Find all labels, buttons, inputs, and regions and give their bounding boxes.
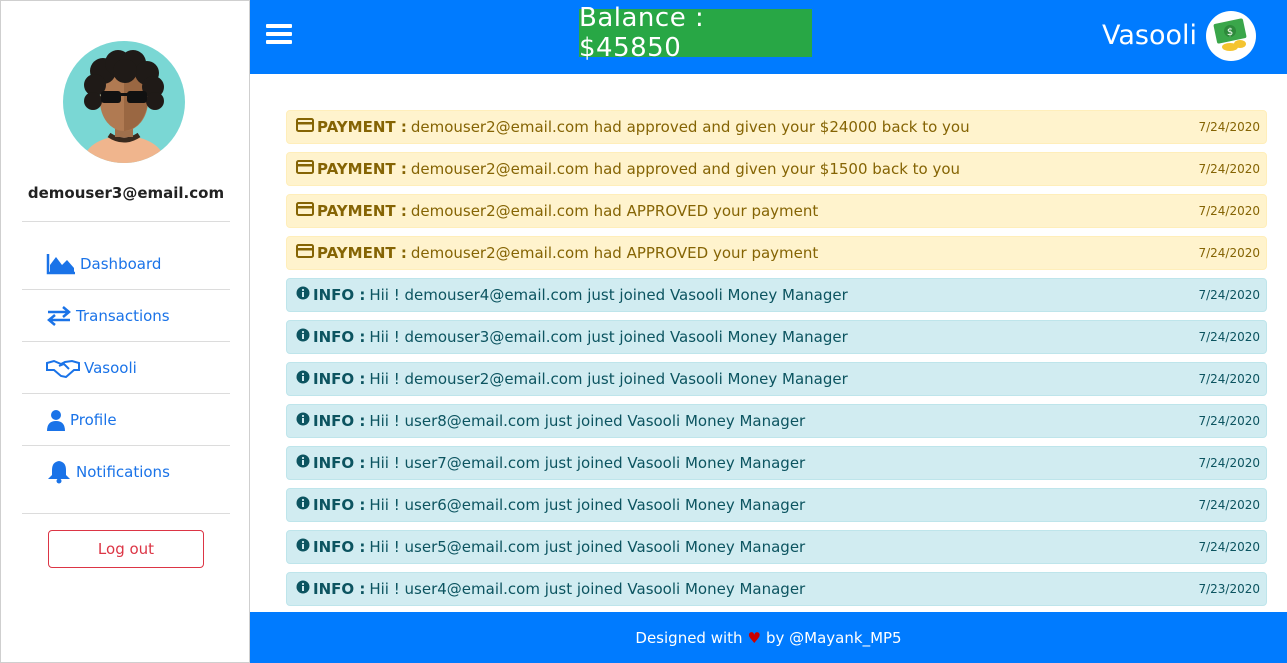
notification-kind: PAYMENT : [317,160,407,178]
nav-notifications-label: Notifications [76,463,170,481]
notification-kind: PAYMENT : [317,118,407,136]
notification-kind: INFO : [313,370,366,388]
footer: Designed with ♥ by @Mayank_MP5 [250,612,1287,663]
notification-item: PAYMENT : demouser2@email.com had approv… [286,110,1267,144]
info-circle-icon [296,412,310,430]
menu-toggle-icon[interactable] [266,24,292,48]
notification-item: INFO : Hii ! user8@email.com just joined… [286,404,1267,438]
notification-date: 7/24/2020 [1198,120,1260,134]
divider [22,513,230,514]
notification-message: Hii ! user4@email.com just joined Vasool… [369,580,806,598]
notification-date: 7/24/2020 [1198,162,1260,176]
notification-date: 7/24/2020 [1198,330,1260,344]
username: demouser3@email.com [27,184,225,202]
credit-card-icon [296,202,314,220]
nav-vasooli-label: Vasooli [84,359,137,377]
sidebar: demouser3@email.com Dashboard Transactio… [0,0,250,663]
user-icon [46,409,66,431]
notification-item: INFO : Hii ! user5@email.com just joined… [286,530,1267,564]
notification-date: 7/24/2020 [1198,372,1260,386]
notification-kind: INFO : [313,538,366,556]
money-logo-icon[interactable]: $ [1206,11,1256,61]
info-circle-icon [296,370,310,388]
notification-date: 7/24/2020 [1198,246,1260,260]
exchange-icon [46,306,72,326]
nav-dashboard[interactable]: Dashboard [22,238,230,290]
handshake-icon [46,358,80,378]
nav-notifications[interactable]: Notifications [22,446,230,498]
notification-message: demouser2@email.com had approved and giv… [410,160,961,178]
notification-date: 7/24/2020 [1198,414,1260,428]
notification-item: INFO : Hii ! user6@email.com just joined… [286,488,1267,522]
notification-kind: INFO : [313,412,366,430]
notification-item: INFO : Hii ! demouser3@email.com just jo… [286,320,1267,354]
notification-item: INFO : Hii ! user7@email.com just joined… [286,446,1267,480]
brand-name[interactable]: Vasooli [1102,20,1197,51]
notification-date: 7/23/2020 [1198,582,1260,596]
notification-message: Hii ! demouser3@email.com just joined Va… [369,328,848,346]
logout-button[interactable]: Log out [48,530,204,568]
notification-item: INFO : Hii ! demouser4@email.com just jo… [286,278,1267,312]
notification-message: Hii ! user8@email.com just joined Vasool… [369,412,806,430]
nav-profile[interactable]: Profile [22,394,230,446]
divider [22,221,230,222]
info-circle-icon [296,580,310,598]
credit-card-icon [296,160,314,178]
nav-transactions[interactable]: Transactions [22,290,230,342]
notification-item: INFO : Hii ! demouser2@email.com just jo… [286,362,1267,396]
notification-kind: PAYMENT : [317,202,407,220]
notification-message: Hii ! user6@email.com just joined Vasool… [369,496,806,514]
notification-message: demouser2@email.com had approved and giv… [410,118,970,136]
notification-date: 7/24/2020 [1198,456,1260,470]
info-circle-icon [296,328,310,346]
notification-date: 7/24/2020 [1198,540,1260,554]
notification-kind: INFO : [313,286,366,304]
notification-kind: INFO : [313,328,366,346]
nav-profile-label: Profile [70,411,117,429]
notification-kind: INFO : [313,496,366,514]
notification-kind: INFO : [313,580,366,598]
bell-icon [46,460,72,484]
notification-message: Hii ! user5@email.com just joined Vasool… [369,538,806,556]
notification-kind: INFO : [313,454,366,472]
info-circle-icon [296,454,310,472]
notification-message: Hii ! demouser2@email.com just joined Va… [369,370,848,388]
balance-badge: Balance : $45850 [579,3,812,63]
top-navbar: Balance : $45850 Vasooli $ [250,0,1287,74]
notification-item: PAYMENT : demouser2@email.com had APPROV… [286,236,1267,270]
notification-message: demouser2@email.com had APPROVED your pa… [410,244,819,262]
chart-area-icon [46,253,76,275]
nav-transactions-label: Transactions [76,307,170,325]
nav-dashboard-label: Dashboard [80,255,162,273]
notification-message: Hii ! demouser4@email.com just joined Va… [369,286,848,304]
avatar [63,41,185,163]
info-circle-icon [296,286,310,304]
notification-message: Hii ! user7@email.com just joined Vasool… [369,454,806,472]
credit-card-icon [296,118,314,136]
notification-date: 7/24/2020 [1198,288,1260,302]
info-circle-icon [296,496,310,514]
notification-item: INFO : Hii ! user4@email.com just joined… [286,572,1267,606]
notification-item: PAYMENT : demouser2@email.com had APPROV… [286,194,1267,228]
notification-date: 7/24/2020 [1198,498,1260,512]
nav-vasooli[interactable]: Vasooli [22,342,230,394]
notification-kind: PAYMENT : [317,244,407,262]
notification-message: demouser2@email.com had APPROVED your pa… [410,202,819,220]
footer-credit: by @Mayank_MP5 [766,628,902,647]
footer-prefix: Designed with [635,628,743,647]
credit-card-icon [296,244,314,262]
info-circle-icon [296,538,310,556]
svg-text:$: $ [1227,27,1233,38]
notification-date: 7/24/2020 [1198,204,1260,218]
heart-icon: ♥ [747,628,761,647]
notification-item: PAYMENT : demouser2@email.com had approv… [286,152,1267,186]
